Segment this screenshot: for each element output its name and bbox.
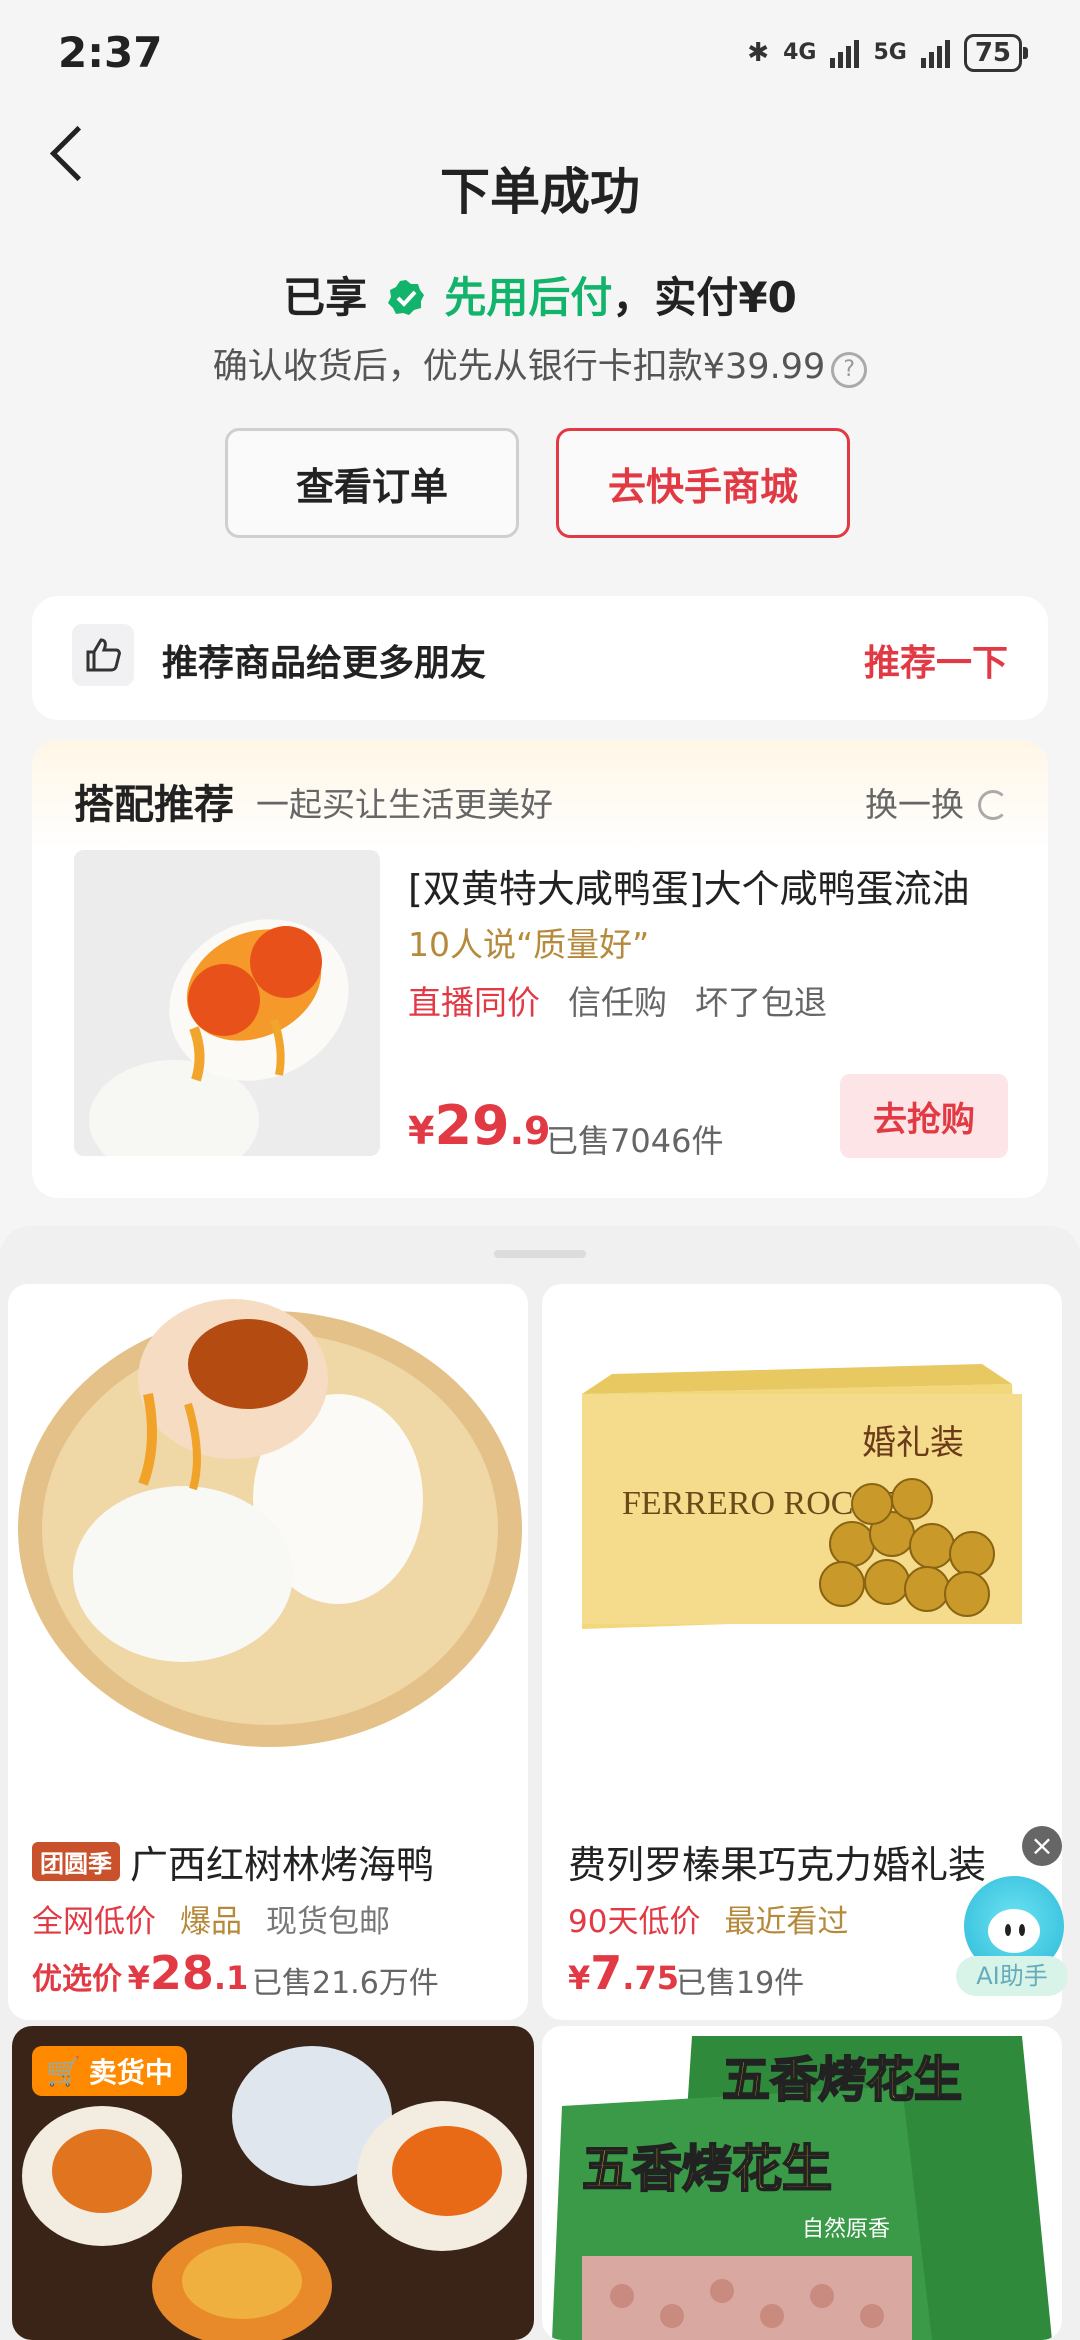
ferrero-box-label: 婚礼装	[862, 1423, 964, 1463]
thumbs-up-icon	[72, 624, 134, 686]
recommend-link[interactable]: 推荐一下	[864, 634, 1008, 686]
network-label-1: 4G	[783, 40, 817, 65]
peanut-bag-image: 五香烤花生 五香烤花生 自然原香	[542, 2026, 1062, 2340]
close-assistant-icon[interactable]: ×	[1022, 1826, 1062, 1866]
payment-note-text: 确认收货后，优先从银行卡扣款¥39.99	[212, 347, 826, 387]
payment-note: 确认收货后，优先从银行卡扣款¥39.99?	[0, 338, 1080, 389]
tile1-name: 团圆季 广西红树林烤海鸭	[32, 1834, 512, 1889]
tile2-price: ¥7.75	[568, 1946, 679, 2000]
peanut-bag-text-back: 五香烤花生	[722, 2052, 962, 2108]
payment-prefix: 已享	[283, 273, 368, 322]
view-order-button[interactable]: 查看订单	[225, 428, 519, 538]
recommend-review: 10人说“质量好”	[408, 925, 650, 964]
tile1-sold: 已售21.6万件	[252, 1966, 439, 2001]
sheet-handle[interactable]	[494, 1250, 586, 1258]
product-tile-duck[interactable]: 团圆季 广西红树林烤海鸭 全网低价 爆品 现货包邮 优选价 ¥28.1 已售21.6万…	[8, 1284, 528, 2020]
help-icon[interactable]: ?	[831, 352, 868, 388]
swap-label: 换一换	[865, 785, 964, 824]
ferrero-box-image: FERRERO ROCHER 婚礼装	[542, 1284, 1062, 1784]
tile1-tags: 全网低价 爆品 现货包邮	[32, 1904, 390, 1940]
payment-suffix: ，实付¥0	[612, 273, 797, 322]
recommend-product-image[interactable]	[74, 850, 380, 1156]
payment-method: 先用后付	[444, 273, 613, 322]
grab-button[interactable]: 去抢购	[840, 1074, 1008, 1158]
recommend-title: 搭配推荐	[74, 782, 234, 828]
peanut-bag-subtext: 自然原香	[802, 2217, 890, 2242]
recommend-sold: 已售7046件	[546, 1122, 724, 1160]
payment-summary: 已享 先用后付，实付¥0	[0, 264, 1080, 325]
signal-icon-1	[830, 38, 860, 68]
live-selling-badge: 🛒 卖货中	[32, 2046, 187, 2096]
bluetooth-icon: ✱	[747, 38, 770, 68]
share-text: 推荐商品给更多朋友	[162, 643, 487, 684]
refresh-icon	[978, 790, 1008, 820]
recommend-product-name[interactable]: [双黄特大咸鸭蛋]大个咸鸭蛋流油	[408, 858, 1018, 913]
tile2-sold: 已售19件	[676, 1966, 805, 2001]
status-icons: ✱ 4G 5G 75	[747, 34, 1029, 72]
tag-trust: 信任购	[568, 983, 667, 1022]
peanut-bag-text: 五香烤花生	[582, 2140, 832, 2198]
verified-check-icon	[387, 280, 424, 315]
product-tile-peanut[interactable]: 五香烤花生 五香烤花生 自然原香	[542, 2026, 1062, 2340]
tile2-tags: 90天低价 最近看过	[568, 1904, 849, 1940]
network-label-2: 5G	[873, 40, 907, 65]
tile1-badge: 团圆季	[32, 1842, 120, 1881]
tile1-price: 优选价 ¥28.1	[32, 1946, 249, 2000]
cart-icon: 🛒	[46, 2054, 81, 2088]
battery-icon: 75	[963, 34, 1029, 72]
recommend-subtitle: 一起买让生活更美好	[256, 785, 553, 824]
swap-button[interactable]: 换一换	[865, 778, 1008, 826]
tag-refund: 坏了包退	[695, 983, 827, 1022]
status-time: 2:37	[58, 28, 163, 77]
go-mall-button[interactable]: 去快手商城	[556, 428, 850, 538]
duck-egg-image	[8, 1284, 528, 1784]
signal-icon-2	[920, 38, 950, 68]
ai-assistant-label[interactable]: AI助手	[956, 1956, 1068, 1996]
recommend-price: ¥29.9	[408, 1094, 551, 1157]
tag-live-price: 直播同价	[408, 983, 540, 1022]
recommend-tags: 直播同价 信任购 坏了包退	[408, 976, 827, 1024]
page-title: 下单成功	[440, 163, 640, 221]
